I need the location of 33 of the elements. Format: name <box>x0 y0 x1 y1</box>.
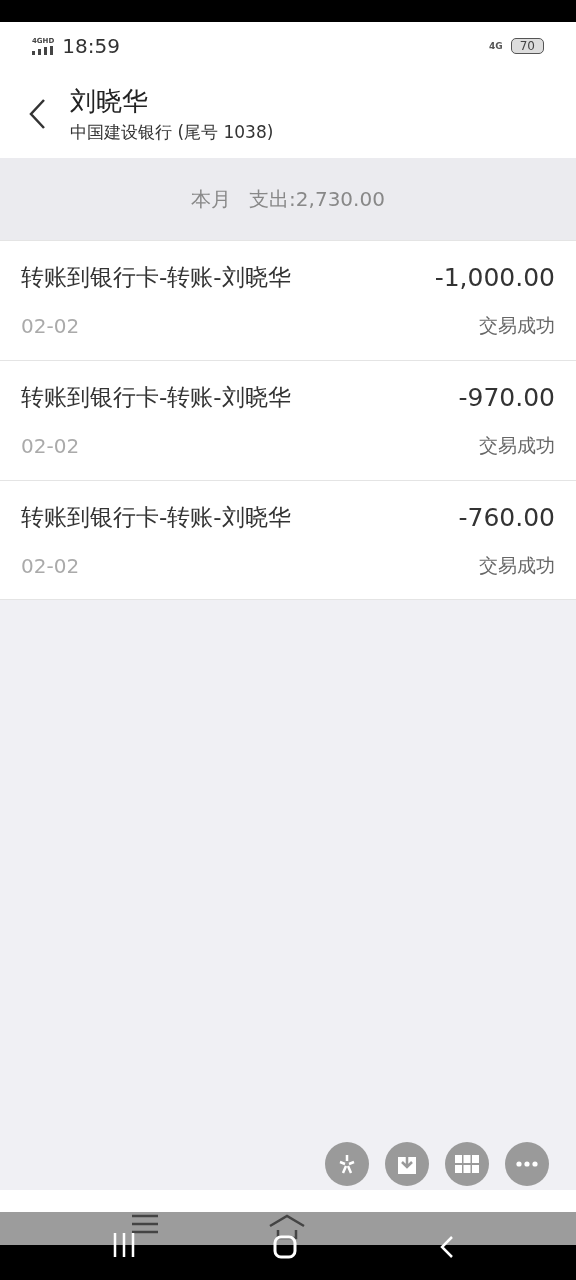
signal-icon <box>32 46 54 55</box>
menu-icon[interactable] <box>131 1214 159 1234</box>
transaction-status: 交易成功 <box>479 552 555 578</box>
transaction-row[interactable]: 转账到银行卡-转账-刘晓华 -970.00 02-02 交易成功 <box>0 360 576 480</box>
transaction-date: 02-02 <box>21 314 80 338</box>
bank-account: 中国建设银行 (尾号 1038) <box>70 121 274 144</box>
more-button[interactable] <box>505 1142 549 1186</box>
network-label: 4G <box>489 41 503 51</box>
grid-button[interactable] <box>445 1142 489 1186</box>
transaction-status: 交易成功 <box>479 313 555 338</box>
transaction-description: 转账到银行卡-转账-刘晓华 <box>21 383 291 412</box>
contact-name: 刘晓华 <box>70 85 149 118</box>
transaction-amount: -970.00 <box>458 383 555 412</box>
summary-total: 支出:2,730.00 <box>249 185 385 213</box>
transaction-description: 转账到银行卡-转账-刘晓华 <box>21 263 291 292</box>
download-button[interactable] <box>385 1142 429 1186</box>
transaction-date: 02-02 <box>21 434 80 458</box>
transaction-amount: -1,000.00 <box>434 263 555 292</box>
recents-icon[interactable] <box>113 1233 135 1257</box>
home-icon[interactable] <box>268 1214 306 1240</box>
summary-period: 本月 <box>191 185 232 213</box>
grid-icon <box>455 1155 479 1173</box>
transaction-row[interactable]: 转账到银行卡-转账-刘晓华 -760.00 02-02 交易成功 <box>0 480 576 600</box>
back-icon[interactable] <box>28 98 46 130</box>
transaction-description: 转账到银行卡-转账-刘晓华 <box>21 502 291 532</box>
battery-indicator: 70 <box>510 38 544 54</box>
transaction-amount: -760.00 <box>458 502 555 532</box>
status-time: 18:59 <box>62 34 120 58</box>
sparkle-button[interactable] <box>325 1142 369 1186</box>
transaction-row[interactable]: 转账到银行卡-转账-刘晓华 -1,000.00 02-02 交易成功 <box>0 240 576 360</box>
transaction-date: 02-02 <box>21 553 80 578</box>
more-icon <box>516 1161 538 1167</box>
transaction-status: 交易成功 <box>479 433 555 458</box>
